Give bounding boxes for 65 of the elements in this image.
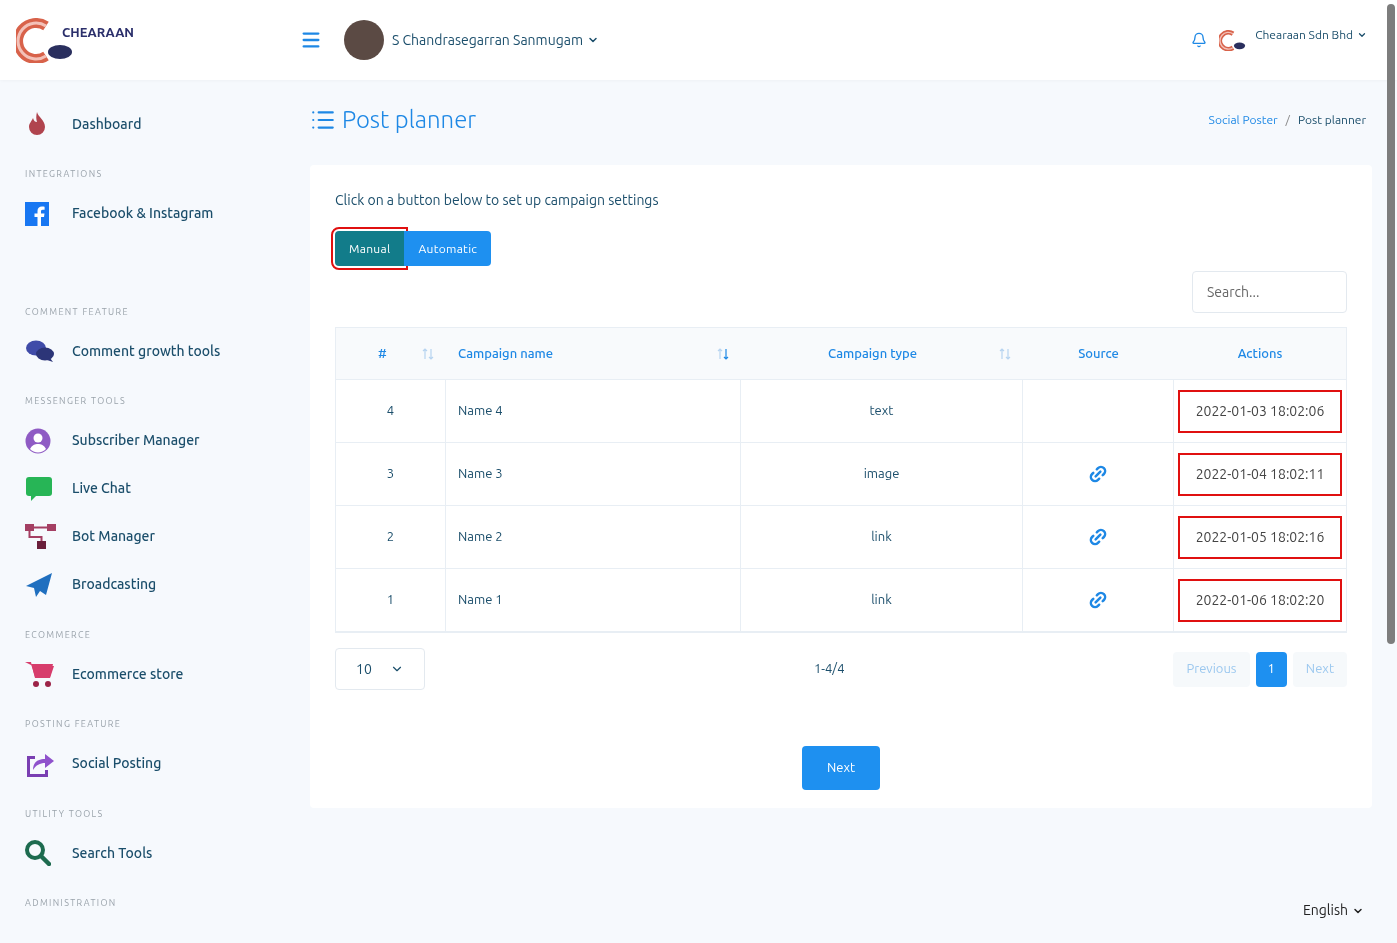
intro-text: Click on a button below to set up campaign settings: [335, 191, 660, 210]
column-header[interactable]: Source: [1023, 328, 1174, 379]
logo-text: CHEARAAN: [62, 24, 135, 42]
breadcrumb-link[interactable]: Social Poster: [1208, 111, 1278, 129]
table-cell: link: [741, 569, 1023, 631]
facebook-icon: [25, 201, 49, 226]
search-field[interactable]: Search...: [1192, 271, 1347, 313]
user-circle-icon: [25, 427, 51, 454]
logo-icon: [1219, 29, 1248, 51]
section-heading: COMMENT FEATURE: [25, 305, 130, 319]
section-heading: MESSENGER TOOLS: [25, 395, 127, 408]
sidebar-item[interactable]: Live Chat: [25, 464, 300, 513]
flow-chart-icon: [25, 523, 57, 550]
sidebar-item[interactable]: Search Tools: [25, 829, 300, 877]
sidebar-item[interactable]: Bot Manager: [25, 512, 300, 561]
section-heading: POSTING FEATURE: [25, 718, 123, 731]
paper-plane-icon: [25, 571, 53, 598]
menu-button[interactable]: [300, 29, 322, 51]
date-text: 2022-01-03 18:02:06: [1177, 389, 1343, 433]
table-cell: Name 3: [446, 443, 741, 505]
user-menu[interactable]: S Chandrasegarran Sanmugam: [392, 29, 599, 51]
sidebar-item[interactable]: Subscriber Manager: [25, 416, 300, 465]
company-menu[interactable]: Chearaan Sdn Bhd: [1255, 26, 1367, 44]
avatar: [344, 20, 384, 60]
date-text: 2022-01-04 18:02:11: [1177, 452, 1343, 496]
table-cell: text: [741, 380, 1023, 442]
sidebar-item[interactable]: Broadcasting: [25, 560, 300, 609]
section-heading: ADMINISTRATION: [25, 897, 118, 910]
table-cell: Name 4: [446, 380, 741, 442]
range-text: 1-4/4: [813, 660, 845, 678]
table-cell: 3: [336, 443, 446, 505]
table-cell: image: [741, 443, 1023, 505]
date-text: 2022-01-06 18:02:20: [1177, 578, 1343, 622]
breadcrumb-separator: /: [1285, 112, 1291, 128]
caret-icon: [1357, 30, 1367, 40]
page-title: Post planner: [342, 105, 477, 135]
section-heading: ECOMMERCE: [25, 628, 93, 642]
notification-button[interactable]: [1191, 32, 1208, 48]
cart-icon: [25, 660, 55, 688]
language-menu[interactable]: English: [1302, 900, 1364, 921]
sidebar-item[interactable]: Ecommerce store: [25, 650, 300, 698]
table-cell: Name 1: [446, 569, 741, 631]
page-size-select[interactable]: 10: [335, 648, 425, 690]
column-header[interactable]: Campaign type: [741, 328, 1023, 379]
scrollbar[interactable]: [1387, 4, 1395, 644]
date-text: 2022-01-05 18:02:16: [1177, 515, 1343, 559]
sort-icon[interactable]: [717, 347, 729, 360]
table-cell: link: [741, 506, 1023, 568]
sidebar-item[interactable]: Dashboard: [25, 100, 300, 148]
section-heading: UTILITY TOOLS: [25, 807, 105, 821]
table-cell: 2: [336, 506, 446, 568]
table-cell: 4: [336, 380, 446, 442]
section-heading: INTEGRATIONS: [25, 168, 104, 181]
sidebar-item[interactable]: Social Posting: [25, 739, 300, 788]
sidebar-item[interactable]: Facebook & Instagram: [25, 189, 300, 238]
chat-bubble-icon: [25, 475, 53, 502]
table-cell: Name 2: [446, 506, 741, 568]
column-header[interactable]: Actions: [1174, 328, 1346, 379]
sidebar-item[interactable]: Comment growth tools: [25, 327, 300, 375]
column-header[interactable]: Campaign name: [446, 328, 741, 379]
search-icon: [25, 840, 51, 866]
table-cell: 1: [336, 569, 446, 631]
breadcrumb-current: Post planner: [1298, 112, 1366, 128]
column-header[interactable]: #: [336, 328, 446, 379]
chat-bubbles-icon: [25, 339, 55, 363]
